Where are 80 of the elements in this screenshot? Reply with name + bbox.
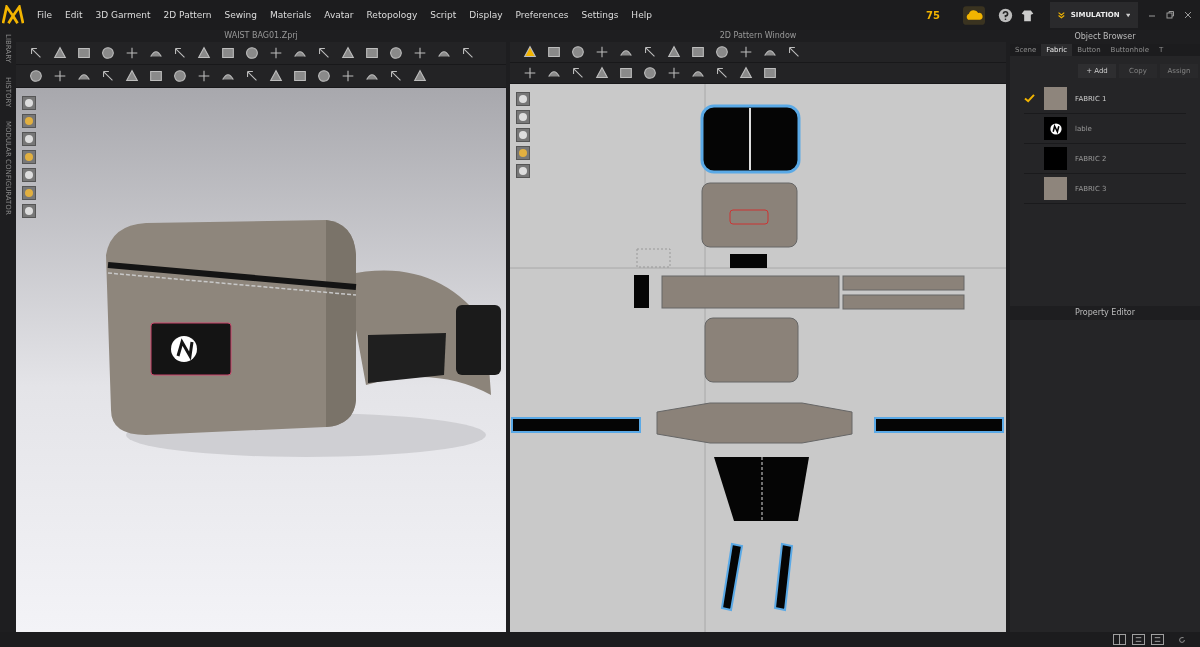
menu-item[interactable]: Edit [59,10,89,20]
toolbar-tool-icon[interactable] [412,68,428,84]
chevron-icon [1058,9,1065,21]
toolbar-tool-icon[interactable] [388,45,404,61]
toolbar-tool-icon[interactable] [220,45,236,61]
toolbar-tool-icon[interactable] [522,44,538,60]
menu-item[interactable]: 3D Garment [89,10,157,20]
caret-icon [1125,12,1130,18]
toolbar-tool-icon[interactable] [594,65,610,81]
toolbar-tool-icon[interactable] [52,45,68,61]
toolbar-tool-icon[interactable] [340,68,356,84]
toolbar-tool-icon[interactable] [52,68,68,84]
app-logo-icon [2,5,24,25]
panel-title: Object Browser [1010,30,1200,44]
toolbar-tool-icon[interactable] [690,44,706,60]
toolbar-tool-icon[interactable] [316,68,332,84]
toolbar-tool-icon[interactable] [666,44,682,60]
menu-item[interactable]: Retopology [360,10,424,20]
display-toggle-icon[interactable] [516,92,530,106]
display-toggle-icon[interactable] [22,150,36,164]
view-layout-icon[interactable] [1151,634,1164,645]
toolbar-tool-icon[interactable] [148,68,164,84]
display-toggle-icon[interactable] [22,132,36,146]
toolbar-tool-icon[interactable] [28,68,44,84]
view-layout-icon[interactable] [1113,634,1126,645]
panel-title: Property Editor [1010,306,1200,320]
display-toggle-icon[interactable] [516,128,530,142]
panel-title: WAIST BAG01.Zprj [16,30,506,42]
restore-icon[interactable] [1165,10,1175,20]
toolbar-tool-icon[interactable] [196,68,212,84]
toolbar-tool-icon[interactable] [124,45,140,61]
toolbar-tool-icon[interactable] [268,45,284,61]
menu-item[interactable]: 2D Pattern [157,10,218,20]
close-icon[interactable] [1183,10,1193,20]
display-toggle-icon[interactable] [516,146,530,160]
toolbar-tool-icon[interactable] [762,65,778,81]
toolbar-tool-icon[interactable] [546,44,562,60]
panel-title: 2D Pattern Window [510,30,1006,42]
menu-item[interactable]: Display [463,10,509,20]
display-toggle-icon[interactable] [516,164,530,178]
toolbar-tool-icon[interactable] [76,45,92,61]
toolbar-tool-icon[interactable] [618,65,634,81]
menu-item[interactable]: Script [424,10,463,20]
display-toggle-icon[interactable] [22,204,36,218]
fps-value: 75 [926,9,940,21]
toolbar-tool-icon[interactable] [666,65,682,81]
menu-item[interactable]: File [31,10,59,20]
toolbar-tool-icon[interactable] [522,65,538,81]
toolbar-tool-icon[interactable] [268,68,284,84]
3d-viewport[interactable] [16,88,506,632]
cloud-icon[interactable] [963,5,985,25]
toolbar-tool-icon[interactable] [738,65,754,81]
toolbar-tool-icon[interactable] [124,68,140,84]
toolbar-tool-icon[interactable] [292,68,308,84]
display-toggle-icon[interactable] [22,168,36,182]
menu-item[interactable]: Preferences [509,10,575,20]
toolbar-tool-icon[interactable] [340,45,356,61]
menu-item[interactable]: Sewing [218,10,264,20]
toolbar-tool-icon[interactable] [100,45,116,61]
toolbar-tool-icon[interactable] [714,44,730,60]
toolbar-tool-icon[interactable] [172,68,188,84]
toolbar-tool-icon[interactable] [570,44,586,60]
view-layout-icon[interactable] [1132,634,1145,645]
menu-item[interactable]: Avatar [318,10,360,20]
toolbar-tool-icon[interactable] [412,45,428,61]
toolbar-tool-icon[interactable] [594,44,610,60]
refresh-icon[interactable] [1178,635,1186,644]
display-toggle-icon[interactable] [516,110,530,124]
toolbar-tool-icon[interactable] [642,65,658,81]
display-toggle-icon[interactable] [22,96,36,110]
toolbar-tool-icon[interactable] [244,45,260,61]
toolbar-tool-icon[interactable] [738,44,754,60]
menu-item[interactable]: Settings [575,10,625,20]
menu-item[interactable]: Help [625,10,658,20]
display-toggle-icon[interactable] [22,186,36,200]
toolbar-tool-icon[interactable] [196,45,212,61]
toolbar-tool-icon[interactable] [364,45,380,61]
menu-item[interactable]: Materials [264,10,318,20]
display-toggle-icon[interactable] [22,114,36,128]
help-icon[interactable] [998,7,1013,23]
